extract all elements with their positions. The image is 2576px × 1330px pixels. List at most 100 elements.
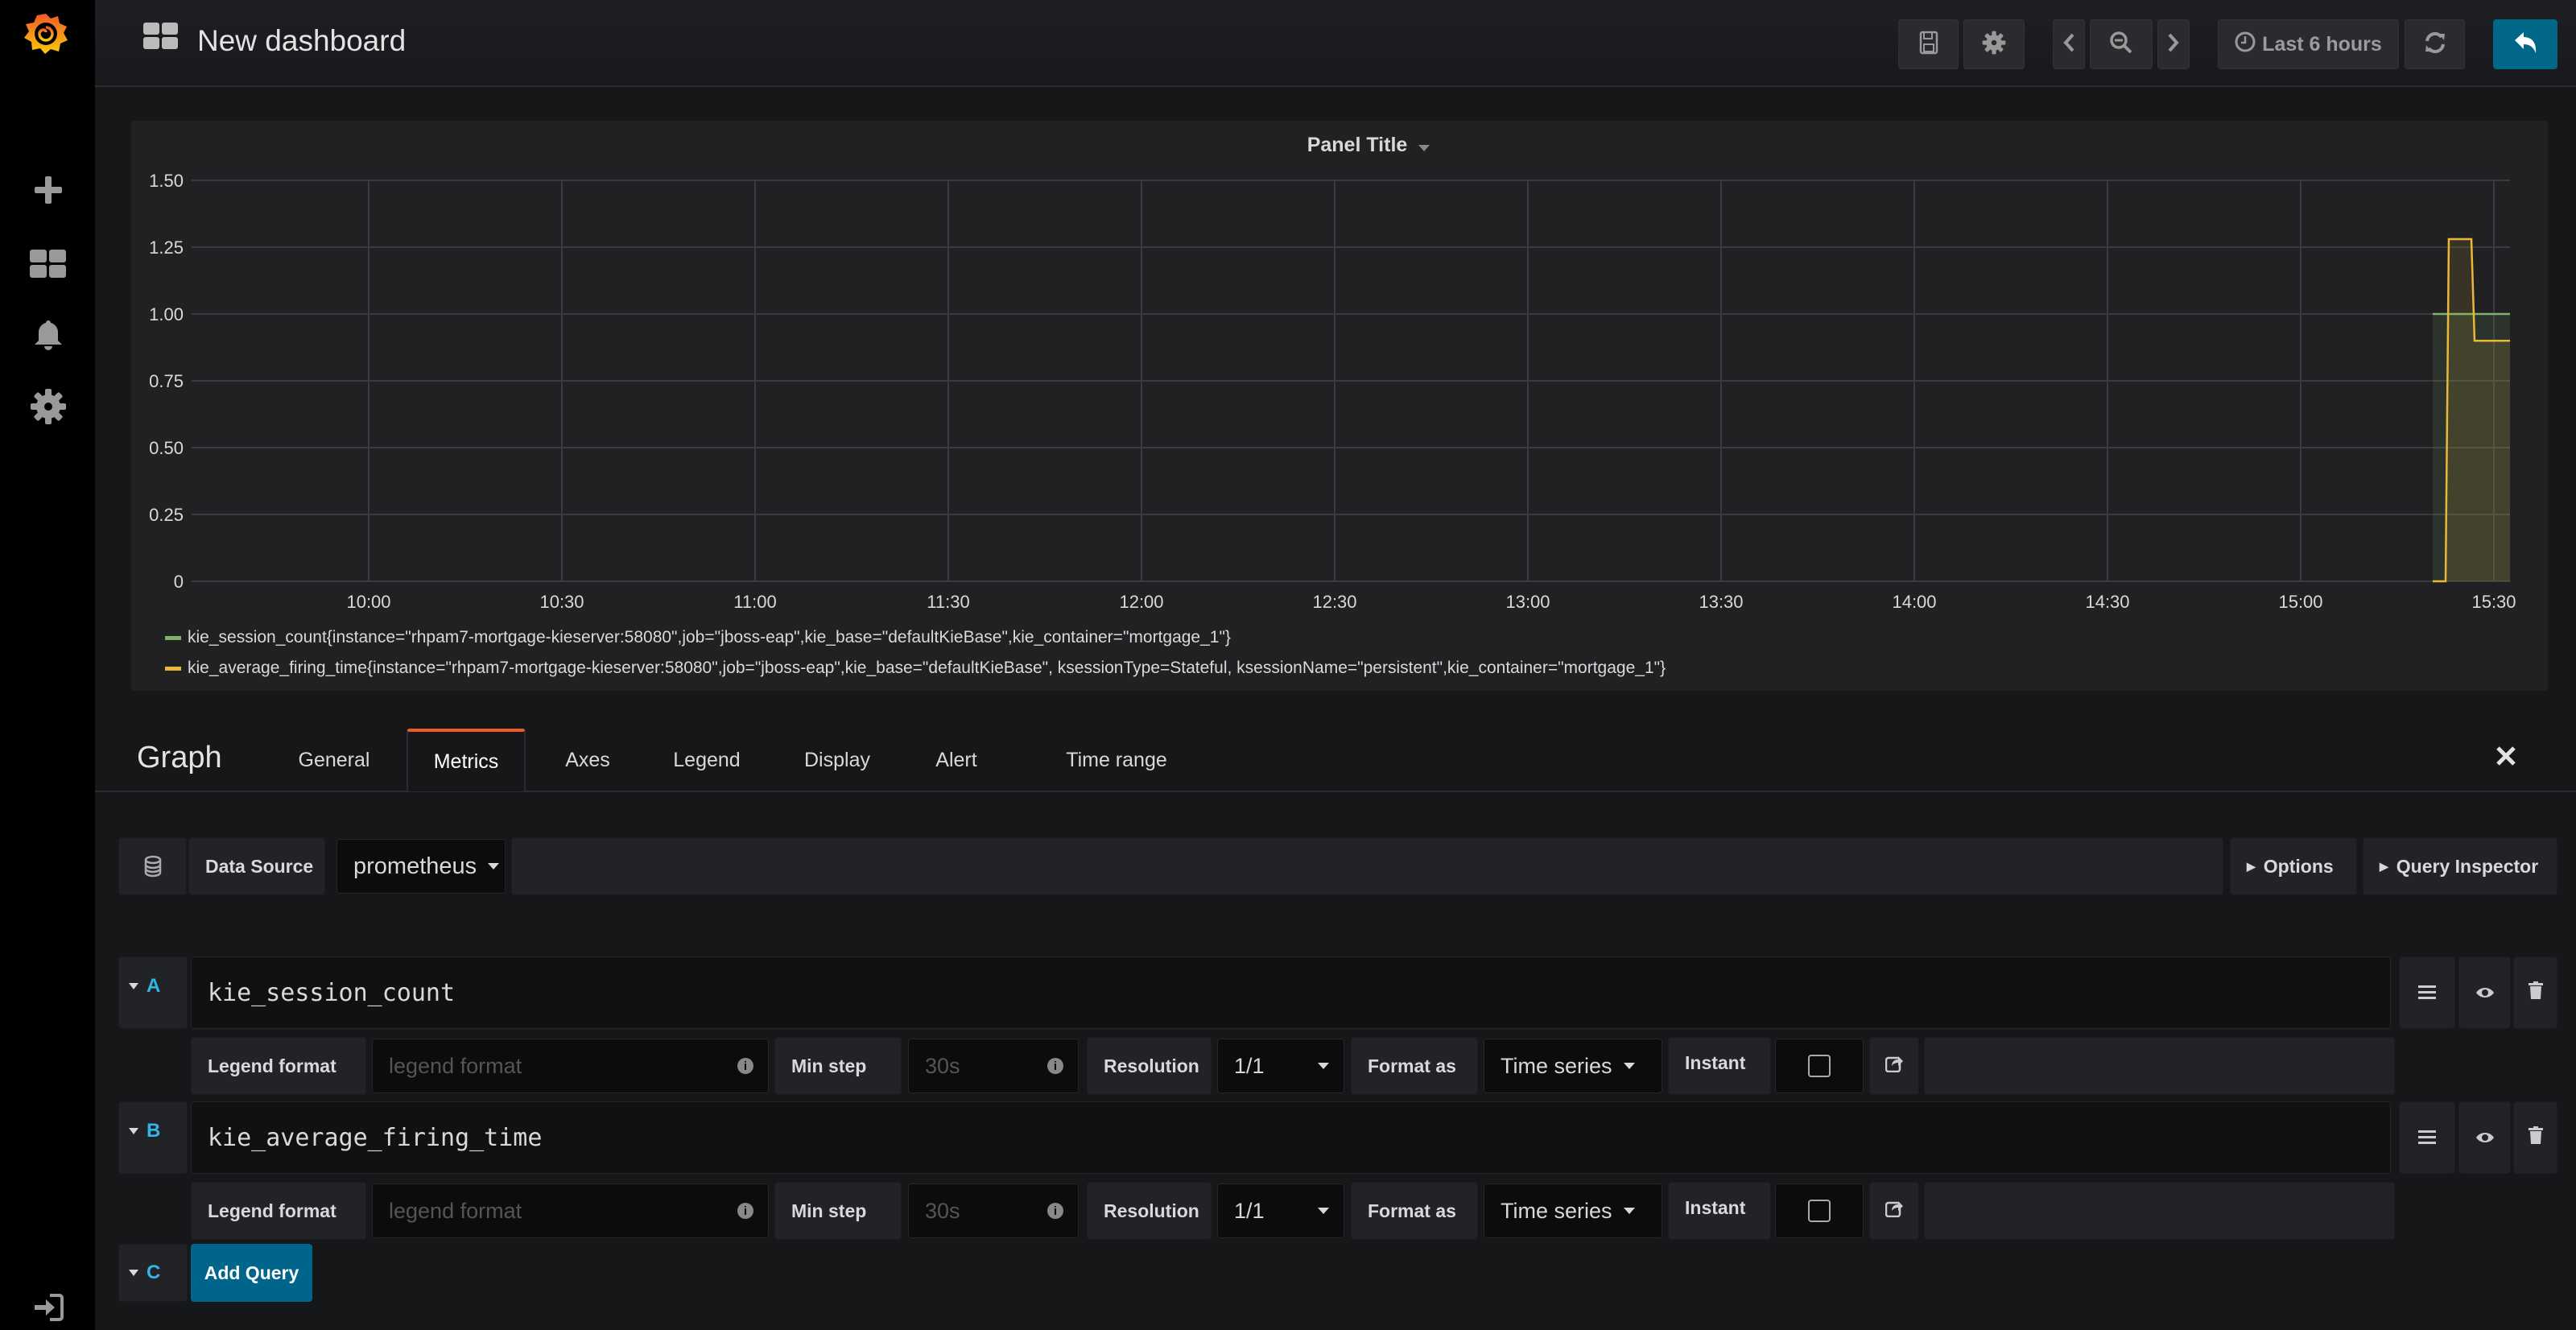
- x-tick-label: 14:00: [1892, 592, 1936, 612]
- close-editor-icon[interactable]: [2496, 746, 2516, 770]
- caret-down-icon: [129, 983, 138, 989]
- delete-query-button[interactable]: [2513, 956, 2557, 1029]
- info-icon[interactable]: i: [737, 1058, 753, 1074]
- resolution-value: 1/1: [1234, 1053, 1265, 1078]
- database-icon: [118, 837, 187, 895]
- legend-format-placeholder: legend format: [389, 1053, 522, 1078]
- sign-in-icon[interactable]: [27, 1287, 69, 1328]
- instant-label: Instant: [1668, 1037, 1771, 1095]
- y-tick-label: 0.25: [149, 505, 184, 525]
- legend-format-label: Legend format: [191, 1182, 366, 1240]
- x-tick-label: 11:30: [927, 592, 969, 612]
- min-step-placeholder: 30s: [925, 1198, 960, 1223]
- resolution-select[interactable]: 1/1: [1217, 1039, 1344, 1093]
- x-tick-label: 13:00: [1505, 592, 1550, 612]
- query-inspector-toggle[interactable]: ▶ Query Inspector: [2363, 837, 2557, 895]
- x-tick-label: 13:30: [1699, 592, 1743, 612]
- options-filler: [1924, 1037, 2395, 1095]
- tab-general[interactable]: General: [290, 729, 378, 791]
- query-letter: B: [147, 1120, 161, 1142]
- format-as-label: Format as: [1351, 1037, 1478, 1095]
- resolution-label: Resolution: [1087, 1182, 1212, 1240]
- legend-label: kie_session_count{instance="rhpam7-mortg…: [188, 628, 1231, 646]
- query-menu-button[interactable]: [2399, 1101, 2455, 1174]
- min-step-input[interactable]: 30s i: [908, 1183, 1079, 1238]
- tab-alert[interactable]: Alert: [918, 729, 995, 791]
- legend-label: kie_average_firing_time{instance="rhpam7…: [188, 659, 1666, 677]
- legend-swatch: [165, 635, 181, 640]
- x-tick-label: 12:30: [1312, 592, 1356, 612]
- share-icon: [1885, 1055, 1903, 1077]
- legend-swatch: [165, 666, 181, 671]
- chevron-down-icon: [1623, 1208, 1635, 1214]
- info-icon[interactable]: i: [1047, 1058, 1063, 1074]
- y-tick-label: 0.50: [149, 438, 184, 458]
- open-link-button[interactable]: [1869, 1037, 1919, 1095]
- graph-chart: 0 0.25 0.50 0.75 1.00 1.25 1.50 10:00 10:30 11:00…: [149, 171, 2516, 612]
- delete-query-button[interactable]: [2513, 1101, 2557, 1174]
- info-icon[interactable]: i: [737, 1203, 753, 1219]
- y-tick-label: 0: [174, 572, 184, 592]
- chevron-down-icon: [1318, 1063, 1329, 1069]
- legend-item[interactable]: kie_average_firing_time{instance="rhpam7…: [165, 659, 1666, 678]
- tab-time-range[interactable]: Time range: [1030, 729, 1203, 791]
- min-step-label: Min step: [774, 1182, 902, 1240]
- x-tick-label: 14:30: [2085, 592, 2129, 612]
- query-collapse-toggle[interactable]: A: [118, 956, 188, 1029]
- format-as-label: Format as: [1351, 1182, 1478, 1240]
- data-source-value: prometheus: [353, 853, 477, 879]
- y-tick-label: 1.50: [149, 171, 184, 191]
- min-step-placeholder: 30s: [925, 1053, 960, 1078]
- caret-down-icon: [129, 1128, 138, 1134]
- caret-right-icon: ▶: [2380, 859, 2388, 873]
- format-as-select[interactable]: Time series: [1484, 1183, 1662, 1238]
- trash-icon: [2528, 981, 2543, 1004]
- query-expression-input[interactable]: kie_session_count: [191, 956, 2391, 1029]
- resolution-select[interactable]: 1/1: [1217, 1183, 1344, 1238]
- eye-icon: [2475, 1127, 2495, 1149]
- checkbox-box: [1808, 1200, 1831, 1222]
- legend-format-input[interactable]: legend format i: [372, 1183, 769, 1238]
- panel-type-title: Graph: [137, 741, 222, 774]
- query-inspector-label: Query Inspector: [2396, 855, 2539, 877]
- legend-format-input[interactable]: legend format i: [372, 1039, 769, 1093]
- resolution-value: 1/1: [1234, 1198, 1265, 1223]
- query-letter: C: [147, 1262, 161, 1283]
- caret-down-icon: [129, 1270, 138, 1276]
- query-collapse-toggle[interactable]: C: [118, 1244, 188, 1302]
- y-tick-label: 1.25: [149, 238, 184, 258]
- caret-right-icon: ▶: [2247, 859, 2256, 873]
- y-tick-label: 0.75: [149, 371, 184, 391]
- query-menu-button[interactable]: [2399, 956, 2455, 1029]
- eye-icon: [2475, 982, 2495, 1004]
- options-toggle[interactable]: ▶ Options: [2230, 837, 2357, 895]
- add-query-button[interactable]: Add Query: [191, 1244, 312, 1302]
- x-tick-label: 15:30: [2471, 592, 2516, 612]
- tab-axes[interactable]: Axes: [547, 729, 628, 791]
- info-icon[interactable]: i: [1047, 1203, 1063, 1219]
- format-as-select[interactable]: Time series: [1484, 1039, 1662, 1093]
- legend-item[interactable]: kie_session_count{instance="rhpam7-mortg…: [165, 628, 1231, 647]
- instant-checkbox[interactable]: [1775, 1183, 1864, 1238]
- menu-icon: [2418, 1127, 2436, 1149]
- share-icon: [1885, 1200, 1903, 1222]
- query-expression: kie_session_count: [208, 978, 456, 1007]
- tab-display[interactable]: Display: [789, 729, 886, 791]
- min-step-input[interactable]: 30s i: [908, 1039, 1079, 1093]
- query-collapse-toggle[interactable]: B: [118, 1101, 188, 1174]
- tab-metrics[interactable]: Metrics: [407, 729, 526, 791]
- options-label: Options: [2263, 855, 2334, 877]
- instant-checkbox[interactable]: [1775, 1039, 1864, 1093]
- tab-legend[interactable]: Legend: [660, 729, 753, 791]
- data-source-select[interactable]: prometheus: [336, 839, 506, 894]
- x-tick-label: 10:00: [346, 592, 390, 612]
- toggle-visibility-button[interactable]: [2458, 1101, 2511, 1174]
- y-tick-label: 1.00: [149, 304, 184, 324]
- legend-format-placeholder: legend format: [389, 1198, 522, 1223]
- toggle-visibility-button[interactable]: [2458, 956, 2511, 1029]
- query-expression-input[interactable]: kie_average_firing_time: [191, 1101, 2391, 1174]
- menu-icon: [2418, 982, 2436, 1004]
- chevron-down-icon: [1318, 1208, 1329, 1214]
- open-link-button[interactable]: [1869, 1182, 1919, 1240]
- x-tick-label: 12:00: [1119, 592, 1163, 612]
